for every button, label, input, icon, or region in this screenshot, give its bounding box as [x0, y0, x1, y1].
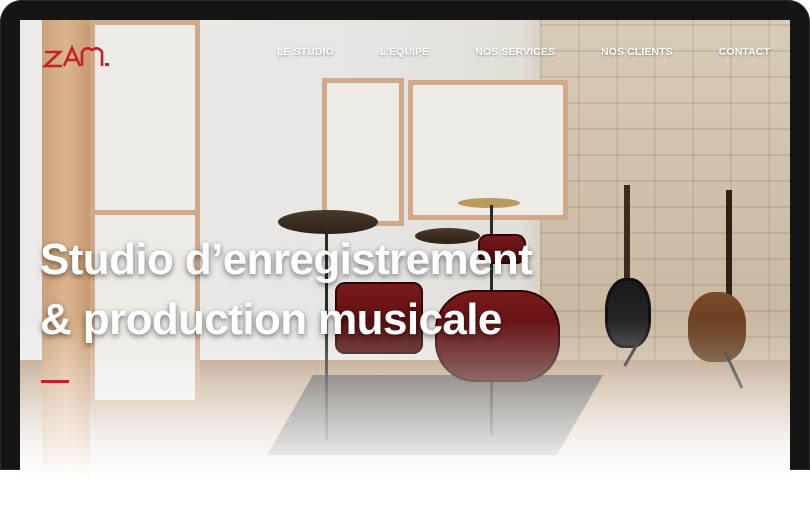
acoustic-panel [322, 78, 404, 226]
nav-lequipe[interactable]: L'EQUIPE [380, 46, 429, 58]
main-nav: LE STUDIO L'EQUIPE NOS SERVICES NOS CLIE… [277, 46, 790, 58]
device-frame: LE STUDIO L'EQUIPE NOS SERVICES NOS CLIE… [0, 0, 810, 480]
zam-logo-icon[interactable] [42, 34, 112, 74]
cymbal [458, 198, 520, 208]
website-screen: LE STUDIO L'EQUIPE NOS SERVICES NOS CLIE… [20, 20, 790, 480]
hero-title-line1: Studio d’enregistrement [40, 235, 533, 284]
hero-title-line2: & production musicale [40, 295, 502, 344]
guitar-neck [726, 190, 732, 310]
nav-nos-services[interactable]: NOS SERVICES [475, 46, 555, 58]
nav-nos-clients[interactable]: NOS CLIENTS [601, 46, 673, 58]
nav-contact[interactable]: CONTACT [719, 46, 770, 58]
hero-title: Studio d’enregistrement & production mus… [40, 230, 533, 350]
nav-le-studio[interactable]: LE STUDIO [277, 46, 334, 58]
hero-accent-underline [41, 380, 69, 383]
